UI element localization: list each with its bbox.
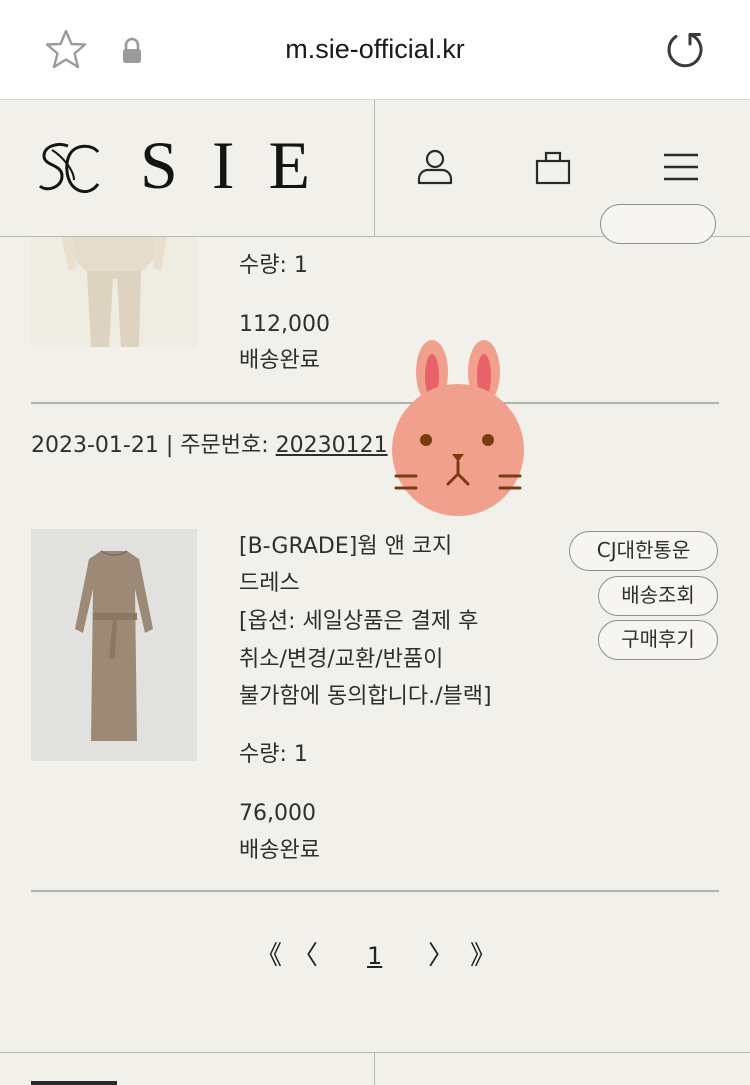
logo-mark-icon[interactable] [38,140,100,196]
option-text: [옵션: 세일상품은 결제 후 [239,609,479,634]
user-icon[interactable] [416,149,454,185]
order-date-number: 2023-01-21 | 주문번호: 20230121 [31,428,388,464]
write-review-button[interactable]: 구매후기 [598,620,718,660]
option-text-line2: 취소/변경/교환/반품이 [239,647,444,672]
last-page-button[interactable]: 》 [470,938,496,974]
prev-page-button[interactable]: 〈 [292,938,318,974]
price-text: 112,000 [239,312,330,337]
footer-tab-indicator [31,1081,117,1085]
header-divider [374,100,375,237]
next-page-button[interactable]: 〉 [428,938,454,974]
quantity-text: 수량: 1 [239,742,308,767]
cut-off-action-button[interactable] [600,204,716,244]
menu-icon[interactable] [662,152,700,182]
first-page-button[interactable]: 《 [256,938,282,974]
footer-divider [0,1052,750,1053]
order-number-link[interactable]: 20230121 [276,433,388,458]
track-delivery-button[interactable]: 배송조회 [598,576,718,616]
product-name[interactable]: [B-GRADE]웜 앤 코지 [239,529,452,565]
rabbit-sticker-icon [392,340,524,516]
shopping-bag-icon[interactable] [534,149,572,185]
browser-address-bar: m.sie-official.kr [0,0,750,100]
option-text-line3: 불가함에 동의합니다./블랙] [239,684,492,709]
product-name-line2[interactable]: 드레스 [239,566,300,602]
footer-vertical-divider [374,1052,375,1085]
product-thumbnail[interactable] [31,237,197,347]
divider [31,890,719,892]
delivery-status: 배송완료 [239,838,320,863]
logo-text[interactable]: SIE [140,126,344,205]
quantity-text: 수량: 1 [239,253,308,278]
page-number-current[interactable]: 1 [367,938,382,974]
price-text: 76,000 [239,801,316,826]
order-date: 2023-01-21 | 주문번호: [31,433,276,458]
courier-button[interactable]: CJ대한통운 [569,531,718,571]
reload-icon[interactable] [662,28,706,72]
divider [31,402,719,404]
delivery-status: 배송완료 [239,348,320,373]
url-text[interactable]: m.sie-official.kr [0,34,750,65]
product-thumbnail[interactable] [31,529,197,761]
